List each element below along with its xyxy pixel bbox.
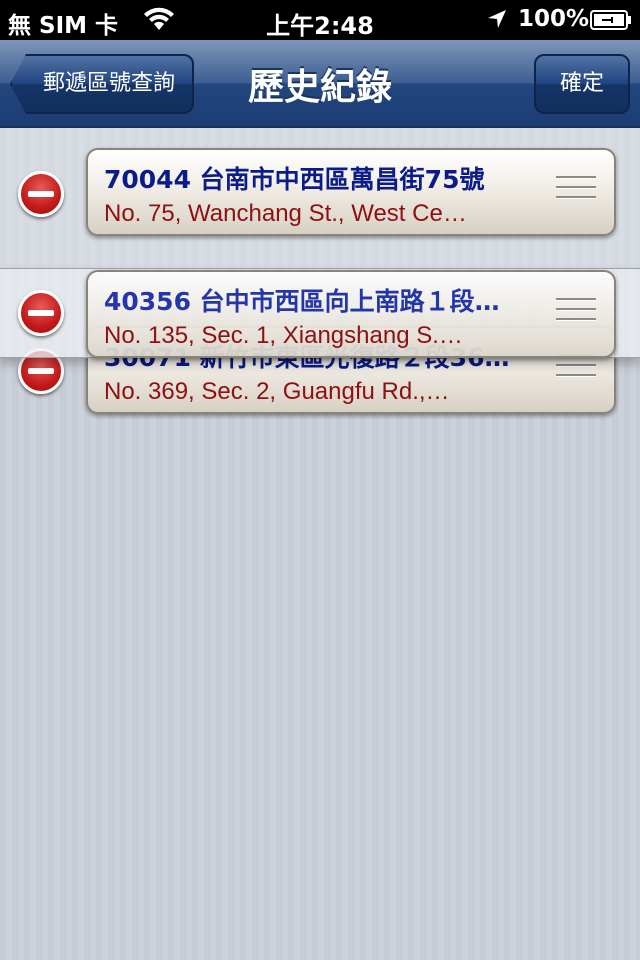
location-arrow-icon bbox=[488, 10, 506, 28]
confirm-button[interactable]: 確定 bbox=[534, 54, 630, 114]
history-item-chinese: 70044 台南市中西區萬昌街75號 bbox=[104, 165, 485, 194]
history-item-chinese: 40356 台中市西區向上南路１段… bbox=[104, 287, 500, 316]
status-bar: 無 SIM 卡 上午2:48 100% bbox=[0, 0, 640, 40]
history-item-english: No. 75, Wanchang St., West Ce… bbox=[104, 200, 467, 227]
history-item[interactable]: 70044 台南市中西區萬昌街75號 No. 75, Wanchang St.,… bbox=[86, 148, 616, 236]
battery-percent: 100% bbox=[518, 6, 590, 32]
reorder-grip-icon[interactable] bbox=[556, 298, 596, 332]
back-button[interactable]: 郵遞區號查詢 bbox=[10, 54, 194, 114]
history-item-english: No. 369, Sec. 2, Guangfu Rd.,… bbox=[104, 378, 450, 405]
history-item-dragging[interactable]: 40356 台中市西區向上南路１段… No. 135, Sec. 1, Xian… bbox=[86, 270, 616, 358]
delete-icon[interactable] bbox=[18, 171, 64, 217]
delete-icon[interactable] bbox=[18, 290, 64, 336]
reorder-grip-icon[interactable] bbox=[556, 176, 596, 210]
navigation-bar: 郵遞區號查詢 歷史紀錄 確定 bbox=[0, 40, 640, 128]
page-title: 歷史紀錄 bbox=[247, 67, 392, 108]
history-item-english: No. 135, Sec. 1, Xiangshang S.… bbox=[104, 322, 463, 349]
reorder-grip-icon[interactable] bbox=[556, 354, 596, 388]
battery-charging-icon bbox=[590, 10, 631, 30]
